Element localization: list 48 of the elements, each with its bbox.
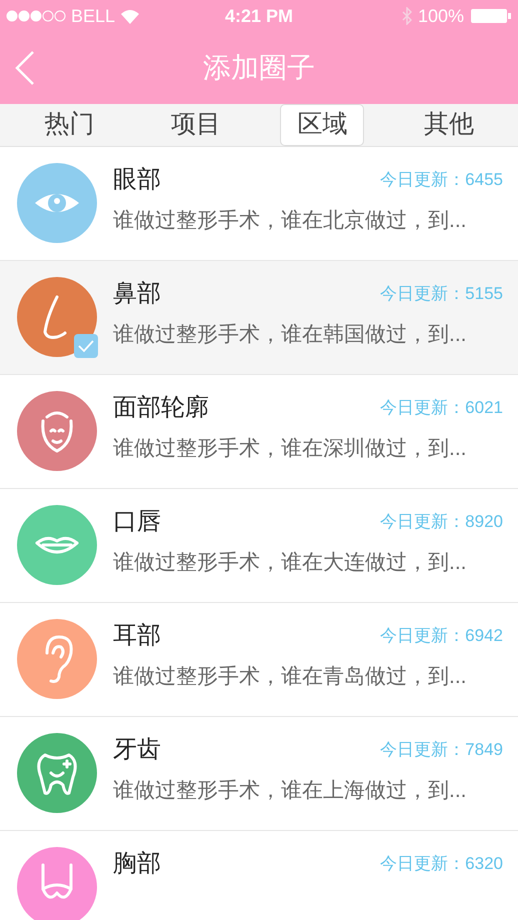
status-time: 4:21 PM [224,4,294,28]
back-icon [14,50,36,86]
circle-name: 牙齿 [113,734,161,764]
circle-row[interactable]: 胸部 今日更新：6320 [0,830,518,920]
tooth-icon [37,754,77,795]
circle-description: 谁做过整形手术，谁在青岛做过，到... [113,664,468,690]
carrier-name: BELL [71,4,116,28]
circle-name: 鼻部 [113,278,161,308]
circle-row[interactable]: 鼻部 今日更新：5155 谁做过整形手术，谁在韩国做过，到... [0,260,518,374]
back-button[interactable] [14,50,36,86]
circle-name: 耳部 [113,620,161,650]
update-count: 今日更新：8920 [380,510,503,533]
update-count: 今日更新：6320 [380,852,503,875]
update-count: 今日更新：7849 [380,738,503,761]
circle-name: 面部轮廓 [113,392,209,422]
wifi-icon [120,8,140,24]
bluetooth-icon [402,7,412,25]
tab[interactable]: 其他 [406,104,491,146]
circle-name: 口唇 [113,506,161,536]
update-count: 今日更新：6021 [380,396,503,419]
face-icon [41,412,73,452]
lips-icon [36,536,78,554]
circle-description: 谁做过整形手术，谁在上海做过，到... [113,778,468,804]
update-count: 今日更新：6942 [380,624,503,647]
bra-icon [42,864,72,899]
circle-row[interactable]: 口唇 今日更新：8920 谁做过整形手术，谁在大连做过，到... [0,488,518,602]
circle-name: 眼部 [113,164,161,194]
update-count: 今日更新：5155 [380,282,503,305]
tab[interactable]: 热门 [27,104,112,146]
circle-row[interactable]: 耳部 今日更新：6942 谁做过整形手术，谁在青岛做过，到... [0,602,518,716]
checkbox-icon [74,334,98,358]
tab[interactable]: 项目 [154,104,238,146]
tab[interactable]: 区域 [280,104,364,146]
circle-description: 谁做过整形手术，谁在深圳做过，到... [113,436,468,462]
circle-description: 谁做过整形手术，谁在大连做过，到... [113,550,468,576]
circle-description: 谁做过整形手术，谁在韩国做过，到... [113,322,468,348]
update-count: 今日更新：6455 [380,168,503,191]
ear-icon [46,636,73,683]
nose-icon [44,296,66,339]
circle-row[interactable]: 面部轮廓 今日更新：6021 谁做过整形手术，谁在深圳做过，到... [0,374,518,488]
battery-percent: 100% [418,4,464,28]
circle-description: 谁做过整形手术，谁在北京做过，到... [113,208,468,234]
signal-icon [6,10,66,22]
battery-icon [470,8,512,24]
circle-name: 胸部 [113,848,161,878]
eye-icon [35,194,79,212]
circle-row[interactable]: 牙齿 今日更新：7849 谁做过整形手术，谁在上海做过，到... [0,716,518,830]
page-title: 添加圈子 [203,51,315,85]
